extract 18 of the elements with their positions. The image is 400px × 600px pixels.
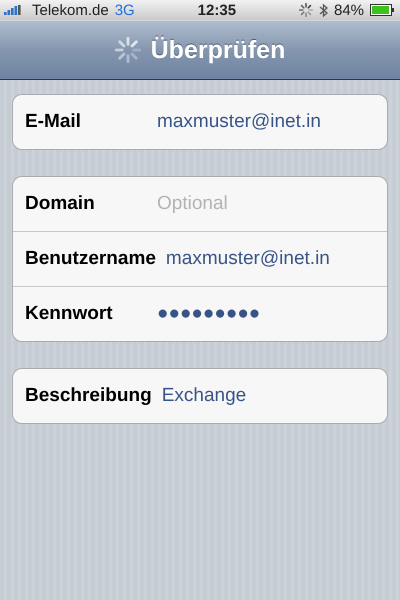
activity-icon <box>298 3 313 17</box>
field-label: Kennwort <box>25 303 114 325</box>
page-title: Überprüfen <box>150 36 286 64</box>
bluetooth-icon <box>318 2 328 18</box>
field-label: Beschreibung <box>25 385 152 407</box>
carrier-name: Telekom.de <box>32 2 109 18</box>
input-field[interactable]: maxmuster@inet.in <box>166 248 375 270</box>
battery-icon <box>370 4 394 16</box>
input-field[interactable]: maxmuster@inet.in <box>157 111 375 133</box>
field-label: Domain <box>25 193 96 215</box>
input-field[interactable]: Exchange <box>162 385 375 407</box>
input-field[interactable]: ●●●●●●●●● <box>157 303 375 325</box>
field-label: E-Mail <box>25 111 82 133</box>
network-type: 3G <box>114 2 135 18</box>
input-field[interactable]: Optional <box>157 193 375 215</box>
battery-percent: 84% <box>334 2 364 18</box>
clock-time: 12:35 <box>198 2 236 18</box>
field-label: Benutzername <box>25 248 156 270</box>
